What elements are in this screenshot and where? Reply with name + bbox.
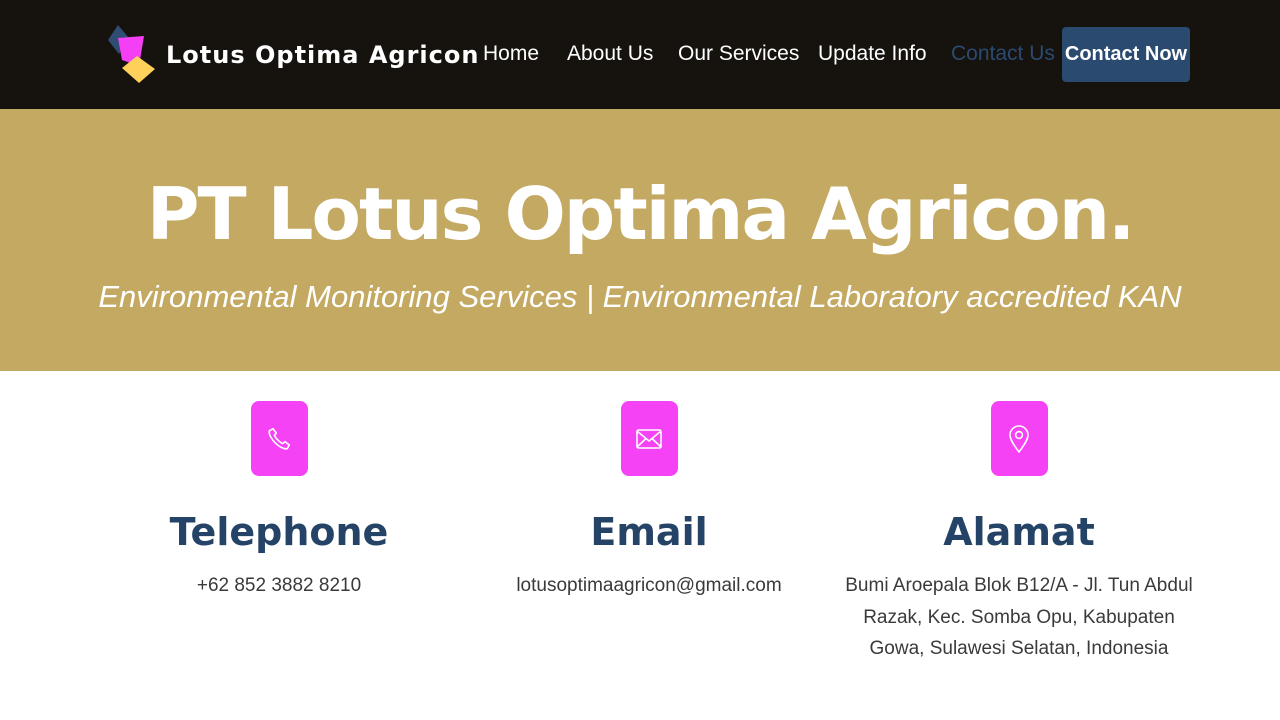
mail-icon: [620, 401, 678, 476]
brand-name: Lotus Optima Agricon: [166, 41, 480, 69]
hero-banner: PT Lotus Optima Agricon. Environmental M…: [0, 109, 1280, 371]
location-pin-icon: [990, 401, 1048, 476]
hero-subtitle: Environmental Monitoring Services | Envi…: [98, 279, 1182, 314]
telephone-title: Telephone: [169, 510, 389, 554]
brand-logo-icon: [106, 24, 158, 84]
address-title: Alamat: [943, 510, 1095, 554]
nav-home[interactable]: Home: [483, 40, 539, 68]
email-card: Email lotusoptimaagricon@gmail.com: [464, 401, 834, 602]
email-title: Email: [590, 510, 708, 554]
nav-contact-us[interactable]: Contact Us: [951, 40, 1055, 68]
telephone-card: Telephone +62 852 3882 8210: [94, 401, 464, 602]
phone-icon: [250, 401, 308, 476]
nav-update-info[interactable]: Update Info: [818, 40, 927, 68]
navbar: Lotus Optima Agricon Home About Us Our S…: [0, 0, 1280, 109]
email-value: lotusoptimaagricon@gmail.com: [516, 575, 782, 596]
telephone-value: +62 852 3882 8210: [196, 575, 362, 596]
hero-title: PT Lotus Optima Agricon.: [146, 172, 1136, 256]
contact-now-button[interactable]: Contact Now: [1062, 27, 1190, 82]
nav-our-services[interactable]: Our Services: [678, 40, 799, 68]
nav-about-us[interactable]: About Us: [567, 40, 653, 68]
address-value: Bumi Aroepala Blok B12/A - Jl. Tun Abdul…: [845, 575, 1193, 659]
address-card: Alamat Bumi Aroepala Blok B12/A - Jl. Tu…: [834, 401, 1204, 665]
brand[interactable]: Lotus Optima Agricon: [106, 24, 479, 84]
